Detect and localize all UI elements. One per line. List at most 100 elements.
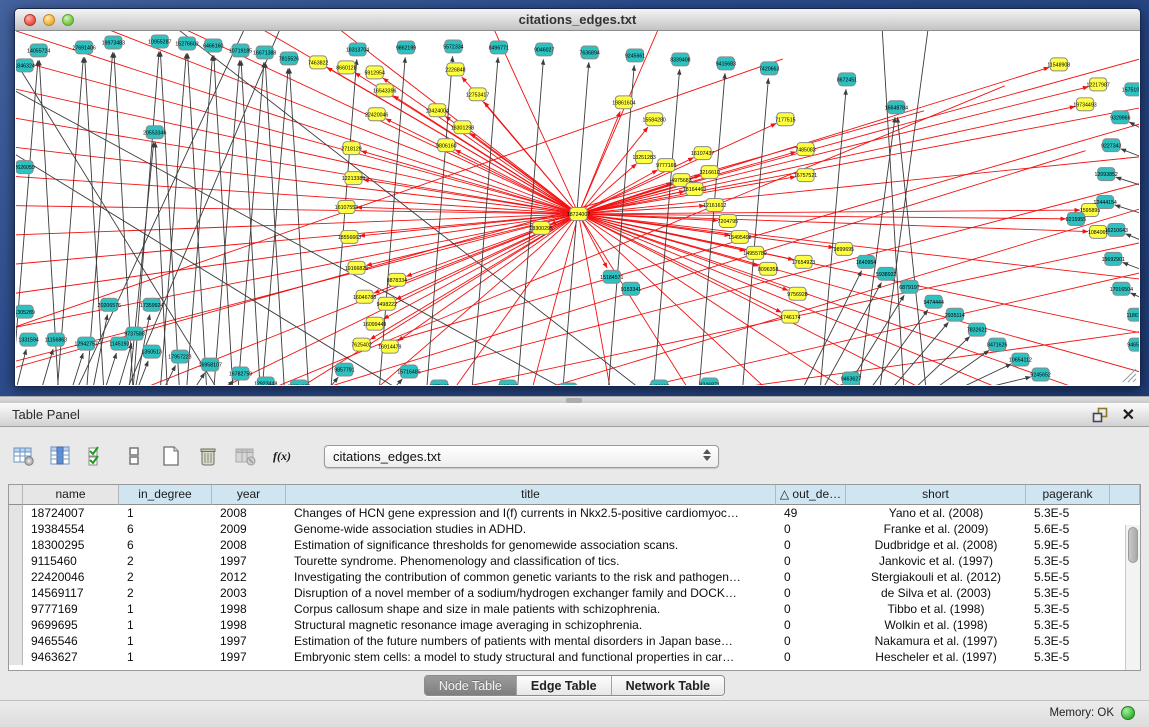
graph-node[interactable]: 15716485: [397, 365, 420, 378]
column-header-title[interactable]: title: [286, 485, 776, 505]
graph-node[interactable]: 7625402: [351, 338, 371, 351]
new-table-button[interactable]: [158, 443, 184, 469]
graph-node[interactable]: 7815526: [279, 52, 299, 65]
graph-node[interactable]: 14055724: [27, 44, 50, 57]
graph-node[interactable]: 9806160: [436, 139, 456, 152]
graph-node[interactable]: 9415683: [716, 57, 736, 70]
table-row[interactable]: 2242004622012Investigating the contribut…: [9, 569, 1140, 585]
graph-node[interactable]: 9498222: [377, 297, 397, 310]
graph-node[interactable]: 18556663: [338, 230, 361, 243]
graph-node[interactable]: 7204795: [718, 214, 738, 227]
tab-node-table[interactable]: Node Table: [425, 676, 516, 695]
graph-node[interactable]: 19973483: [102, 36, 125, 49]
graph-node[interactable]: 8878334: [387, 273, 407, 286]
table-row[interactable]: 969969511998Structural magnetic resonanc…: [9, 617, 1140, 633]
graph-node[interactable]: 5938922: [876, 267, 896, 280]
graph-node[interactable]: 9857791: [334, 363, 354, 376]
graph-node[interactable]: 9777169: [656, 159, 676, 172]
graph-node[interactable]: 16210643: [1105, 223, 1128, 236]
graph-node[interactable]: 22420046: [365, 108, 388, 121]
delete-table-button[interactable]: [232, 443, 258, 469]
graph-node[interactable]: 16099449: [363, 317, 386, 330]
graph-node[interactable]: 12753417: [466, 88, 489, 101]
graph-node[interactable]: 20553346: [143, 126, 166, 139]
graph-node[interactable]: 9245661: [625, 49, 645, 62]
graph-node[interactable]: 17016504: [1110, 282, 1133, 295]
table-chooser-dropdown[interactable]: citations_edges.txt: [324, 445, 719, 468]
graph-node[interactable]: 16107553: [335, 201, 358, 214]
row-height-button[interactable]: [121, 443, 147, 469]
graph-node[interactable]: 8096358: [758, 262, 778, 275]
graph-node[interactable]: 15692901: [1102, 252, 1125, 265]
graph-node[interactable]: 16046788: [353, 290, 376, 303]
graph-node[interactable]: 18301298: [451, 121, 474, 134]
graph-node[interactable]: 1350513: [142, 345, 162, 358]
graph-node[interactable]: 9899695: [834, 242, 854, 255]
network-view-canvas[interactable]: 1405572427691406199734831095528715276602…: [16, 31, 1139, 385]
graph-node[interactable]: 1186753: [1126, 308, 1139, 321]
table-row[interactable]: 1456911722003Disruption of a novel membe…: [9, 585, 1140, 601]
graph-node[interactable]: 8471626: [987, 338, 1007, 351]
graph-node[interactable]: 16543396: [373, 84, 396, 97]
scrollbar-thumb[interactable]: [1128, 527, 1138, 563]
memory-indicator[interactable]: Memory: OK: [1049, 706, 1135, 720]
graph-node[interactable]: 9153341: [621, 282, 641, 295]
graph-node[interactable]: 1145193: [109, 337, 129, 350]
graph-node[interactable]: 19861604: [612, 96, 635, 109]
graph-node[interactable]: 17359924: [140, 298, 163, 311]
graph-node[interactable]: 2226848: [445, 63, 465, 76]
show-columns-button[interactable]: [47, 443, 73, 469]
graph-node[interactable]: 9862199: [396, 41, 416, 54]
graph-node[interactable]: 16648784: [885, 101, 908, 114]
graph-node[interactable]: 1640954: [856, 255, 876, 268]
graph-node[interactable]: 16782759: [229, 367, 252, 380]
tab-network-table[interactable]: Network Table: [611, 676, 725, 695]
graph-node[interactable]: 16107437: [691, 147, 714, 160]
graph-node[interactable]: 9465546: [1127, 338, 1139, 351]
graph-node[interactable]: 9245652: [1030, 368, 1050, 381]
graph-node[interactable]: 7177515: [775, 113, 795, 126]
graph-node[interactable]: 7463822: [308, 56, 328, 69]
column-header-year[interactable]: year: [212, 485, 286, 505]
graph-node[interactable]: 18300295: [530, 221, 553, 234]
graph-node[interactable]: 2626059: [16, 161, 35, 174]
graph-node[interactable]: 10654112: [1009, 353, 1032, 366]
graph-node[interactable]: 9463627: [841, 372, 861, 385]
graph-node[interactable]: 16958107: [199, 358, 222, 371]
graph-node[interactable]: 9246871: [699, 378, 719, 385]
graph-node[interactable]: 12923448: [254, 377, 277, 385]
graph-node[interactable]: 12161612: [703, 199, 726, 212]
graph-node[interactable]: 15751074: [1122, 83, 1139, 96]
graph-node[interactable]: 12213389: [342, 172, 365, 185]
table-row[interactable]: 911546021997Tourette syndrome. Phenomeno…: [9, 553, 1140, 569]
graph-node[interactable]: 9046027: [534, 43, 554, 56]
column-header-name[interactable]: name: [23, 485, 119, 505]
graph-node[interactable]: 16671388: [253, 46, 276, 59]
graph-node[interactable]: 2935114: [945, 308, 965, 321]
graph-node[interactable]: 20854872: [287, 380, 310, 385]
graph-node[interactable]: 8660128: [336, 61, 356, 74]
graph-node[interactable]: 16757521: [794, 169, 817, 182]
column-select-button[interactable]: [84, 443, 110, 469]
network-window-titlebar[interactable]: citations_edges.txt: [15, 9, 1140, 31]
graph-node[interactable]: 15276602: [175, 37, 198, 50]
graph-node[interactable]: 5572334: [443, 40, 463, 53]
graph-node[interactable]: 7420663: [759, 62, 779, 75]
graph-node[interactable]: 11156863: [45, 333, 68, 346]
graph-node[interactable]: 7832621: [967, 323, 987, 336]
graph-node[interactable]: 9077195: [429, 380, 449, 385]
column-header-short[interactable]: short: [846, 485, 1026, 505]
table-row[interactable]: 1938455462009Genome-wide association stu…: [9, 521, 1140, 537]
graph-node[interactable]: 9227343: [1101, 139, 1121, 152]
split-pane-divider[interactable]: [0, 396, 1149, 403]
graph-node[interactable]: 2718129: [341, 142, 361, 155]
graph-node[interactable]: 15495492: [728, 230, 751, 243]
close-panel-icon[interactable]: ✕: [1122, 405, 1135, 425]
graph-node[interactable]: 1331594: [18, 333, 38, 346]
graph-node[interactable]: 8496771: [489, 41, 509, 54]
graph-node[interactable]: 10719185: [229, 44, 252, 57]
graph-node[interactable]: 3216610: [699, 166, 719, 179]
float-panel-icon[interactable]: [1092, 407, 1109, 423]
graph-node[interactable]: 18724007: [567, 208, 590, 221]
tab-edge-table[interactable]: Edge Table: [516, 676, 611, 695]
